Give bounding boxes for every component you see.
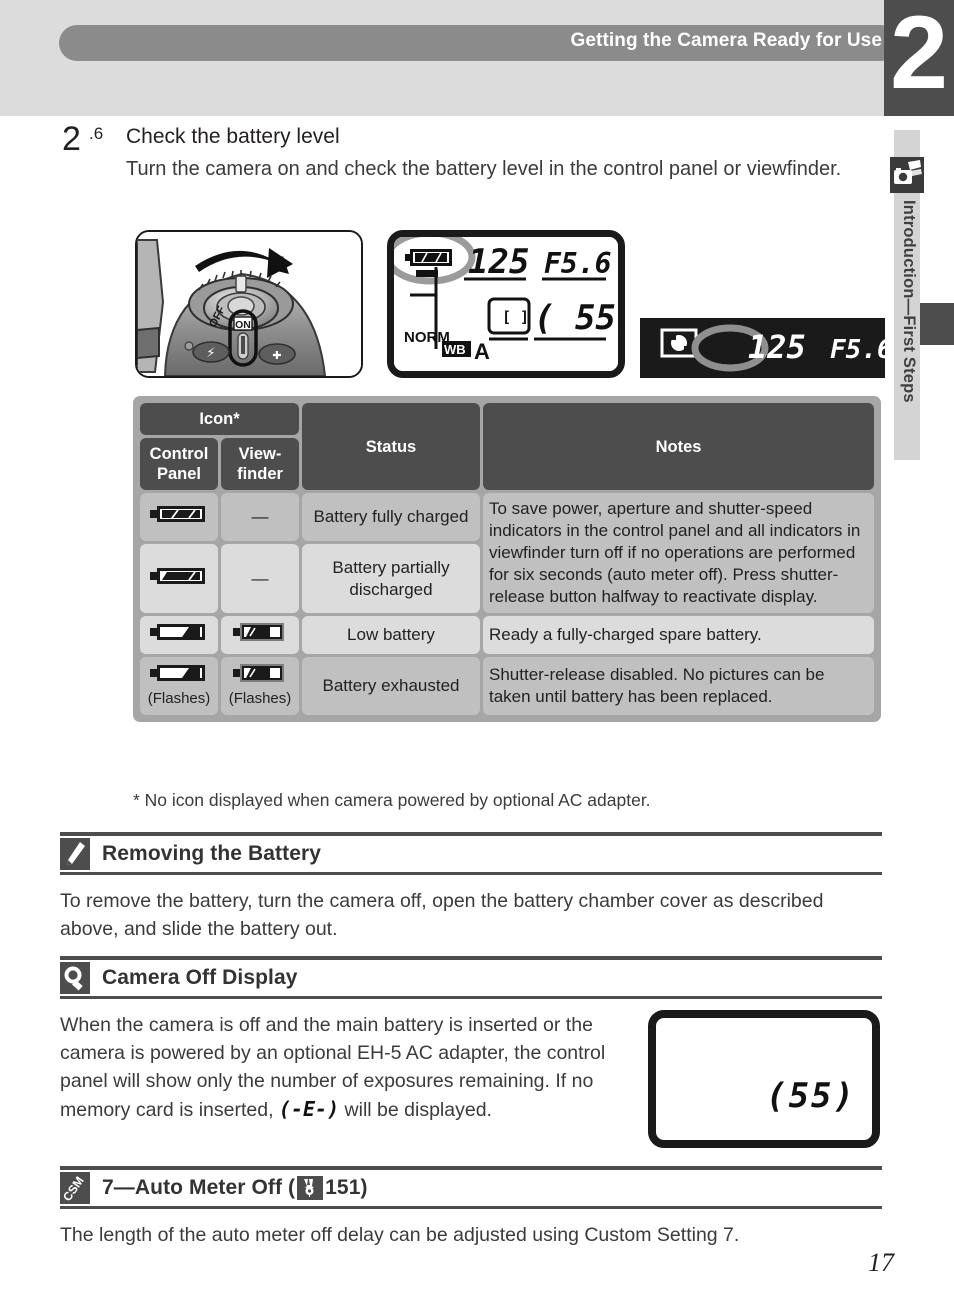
flashes-label-vf: (Flashes) xyxy=(228,690,292,707)
status-cell: Battery exhausted xyxy=(302,657,480,715)
battery-exhausted-glyph xyxy=(150,665,205,681)
table-row: (Flashes) (Flashes) Battery exhausted Sh… xyxy=(140,657,874,715)
flashes-label-cp: (Flashes) xyxy=(147,690,211,707)
vf-aperture: F5.6 xyxy=(830,335,885,365)
wb-value: A xyxy=(474,339,490,364)
section-header: Camera Off Display xyxy=(60,960,882,996)
battery-exhausted-vf-glyph xyxy=(233,664,284,682)
th-cp-line2: Panel xyxy=(156,465,202,483)
section-text: When the camera is off and the main batt… xyxy=(60,999,620,1124)
battery-low-vf-icon xyxy=(221,616,299,654)
chapter-number: 2 xyxy=(890,0,948,111)
th-notes: Notes xyxy=(483,403,874,490)
shutter-speed-value: 125 xyxy=(468,242,529,282)
section-text: To remove the battery, turn the camera o… xyxy=(60,890,824,940)
focus-area-bracket: [ ] xyxy=(502,308,529,326)
th-cp-line1: Control xyxy=(149,445,209,463)
csm-icon: CSM xyxy=(60,1172,90,1204)
battery-level-table: Icon* Status Notes Control Panel View- f… xyxy=(133,396,881,722)
book-reference-icon xyxy=(297,1176,324,1200)
aperture-value: F5.6 xyxy=(544,247,611,280)
step-number: 2 xyxy=(62,120,81,158)
battery-exhausted-icon: (Flashes) xyxy=(140,657,218,715)
battery-full-icon xyxy=(140,493,218,542)
battery-low-vf-glyph xyxy=(233,623,284,641)
wb-label: WB xyxy=(444,342,466,357)
battery-full-indicator xyxy=(405,249,452,266)
th-viewfinder: View- finder xyxy=(221,438,299,490)
section-title: Removing the Battery xyxy=(102,842,322,865)
section-auto-meter-off: CSM 7—Auto Meter Off ( 151) The length o… xyxy=(60,1166,882,1249)
table-footnote: * No icon displayed when camera powered … xyxy=(133,790,651,810)
step-title: Check the battery level xyxy=(126,125,340,148)
step-substep: .6 xyxy=(89,124,104,143)
section-page-reference: 151) xyxy=(325,1176,368,1199)
battery-exhausted-vf-icon: (Flashes) xyxy=(221,657,299,715)
side-tab-marker xyxy=(920,303,954,345)
section-text: The length of the auto meter off delay c… xyxy=(60,1224,740,1246)
battery-full-glyph xyxy=(150,506,205,523)
th-vf-line1: View- xyxy=(238,445,282,463)
side-tab-label: Introduction—First Steps xyxy=(900,200,918,403)
page-title: Getting the Camera Ready for Use xyxy=(570,30,882,51)
notes-merged: To save power, aperture and shutter-spee… xyxy=(483,493,874,613)
status-cell: Battery partially discharged xyxy=(302,544,480,613)
table-row: — Battery fully charged To save power, a… xyxy=(140,493,874,613)
camera-off-frames-remaining: (55) xyxy=(766,1076,856,1116)
page-number: 17 xyxy=(868,1248,894,1277)
battery-partial-icon xyxy=(140,544,218,613)
control-panel-lcd: 125 F5.6 [ ] ( 55) NORM WB A xyxy=(387,230,625,378)
section-header: Removing the Battery xyxy=(60,836,882,872)
svg-text:⚡: ⚡ xyxy=(206,346,215,361)
th-icon: Icon* xyxy=(140,403,299,435)
dash-1: — xyxy=(251,507,269,527)
section-removing-battery: Removing the Battery To remove the batte… xyxy=(60,832,882,943)
switch-on-label: ON xyxy=(235,319,251,331)
section-title: Camera Off Display xyxy=(102,966,298,989)
th-vf-line2: finder xyxy=(237,465,283,483)
battery-low-glyph xyxy=(150,624,205,640)
th-control-panel: Control Panel xyxy=(140,438,218,490)
status-cell: Battery fully charged xyxy=(302,493,480,542)
battery-partial-glyph xyxy=(150,567,205,584)
notes-cell: Shutter-release disabled. No pictures ca… xyxy=(483,657,874,715)
table-header-row-1: Icon* Status Notes xyxy=(140,403,874,490)
camera-off-text-part2: will be displayed. xyxy=(339,1099,492,1121)
section-header: CSM 7—Auto Meter Off ( 151) xyxy=(60,1170,882,1206)
section-title-prefix: 7—Auto Meter Off ( xyxy=(102,1176,296,1199)
pencil-icon xyxy=(60,838,90,870)
camera-off-lcd: (55) xyxy=(648,1010,880,1148)
viewfinder-display: 125 F5.6 xyxy=(640,318,885,378)
dash-2: — xyxy=(251,568,269,588)
viewfinder-dash: — xyxy=(221,493,299,542)
camera-power-switch-illustration: OFF ON ⚡ ✚ xyxy=(135,230,363,378)
step-body: Turn the camera on and check the battery… xyxy=(126,158,842,180)
th-status: Status xyxy=(302,403,480,490)
segment-no-card-display: (-E-) xyxy=(278,1097,340,1121)
vf-shutter-speed: 125 xyxy=(748,328,806,366)
table-row: Low battery Ready a fully-charged spare … xyxy=(140,616,874,654)
status-cell: Low battery xyxy=(302,616,480,654)
svg-text:✚: ✚ xyxy=(272,349,281,362)
viewfinder-dash: — xyxy=(221,544,299,613)
battery-low-icon xyxy=(140,616,218,654)
frames-remaining-value: ( 55) xyxy=(534,298,618,338)
magnifier-icon xyxy=(60,962,90,994)
notes-cell: Ready a fully-charged spare battery. xyxy=(483,616,874,654)
